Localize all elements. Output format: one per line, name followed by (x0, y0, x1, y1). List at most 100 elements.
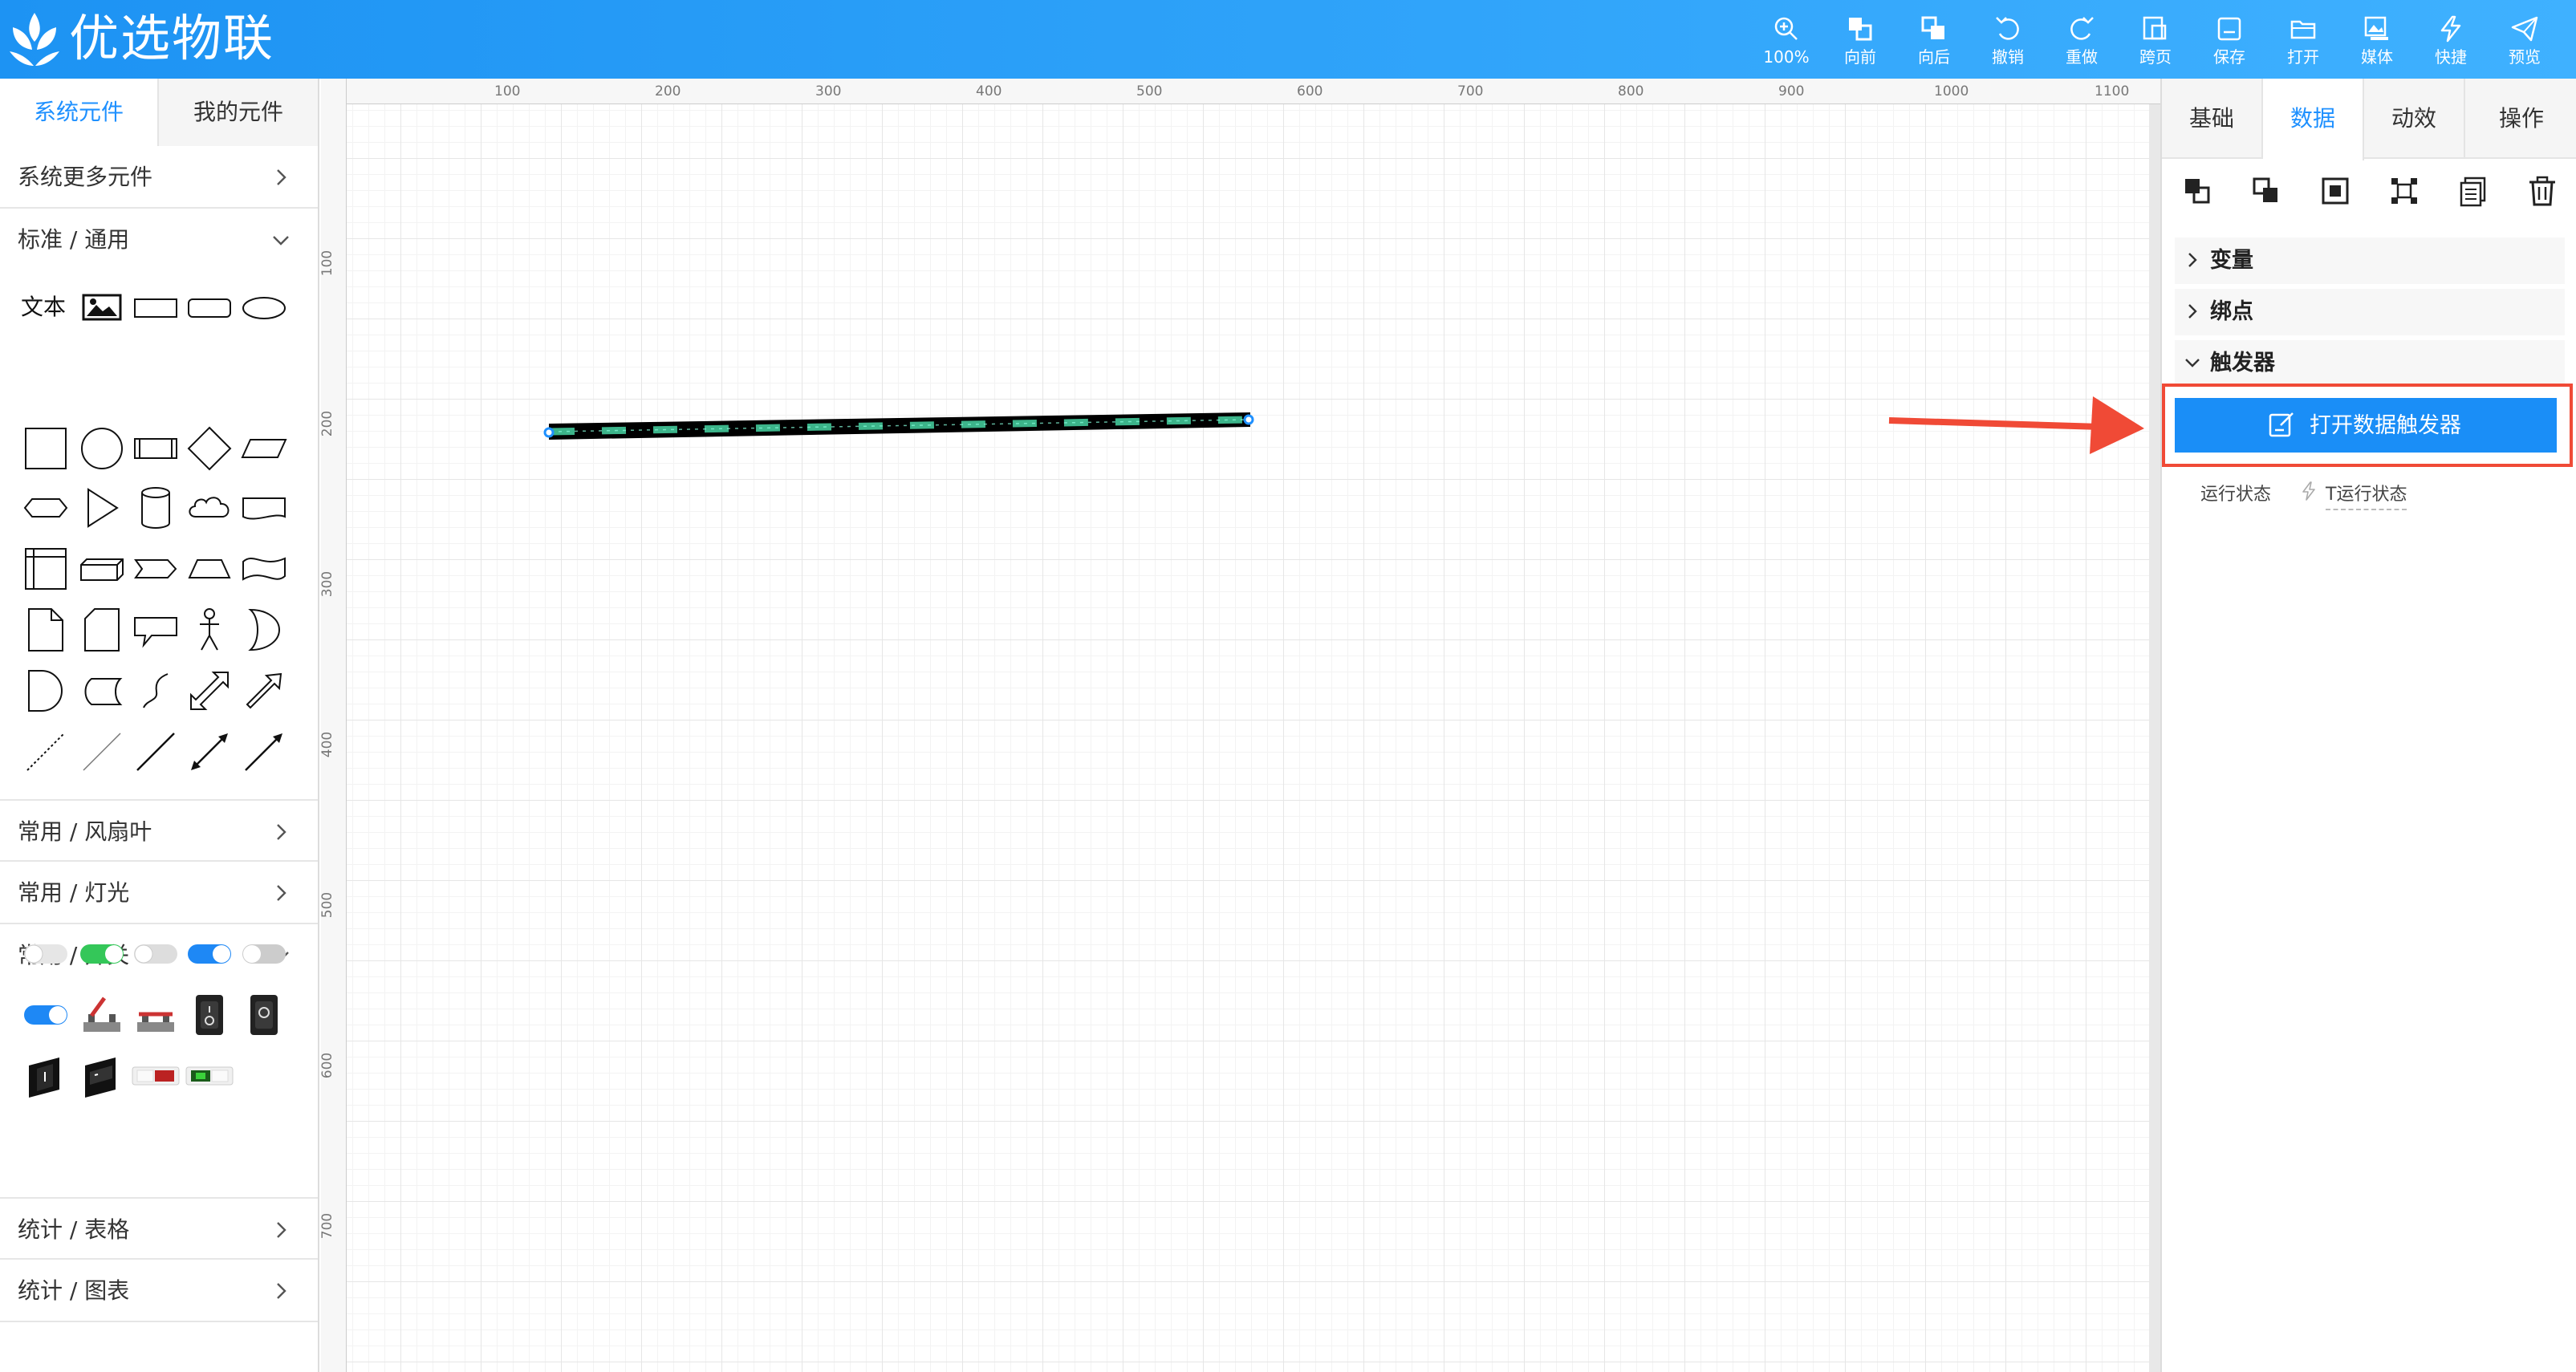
undo-button[interactable]: 撤销 (1976, 11, 2040, 75)
tab-animation[interactable]: 动效 (2364, 79, 2465, 159)
toggle-on-green-icon (80, 944, 124, 964)
switch-toggle-on-blue-2[interactable] (21, 990, 71, 1040)
accordion-triggers[interactable]: 触发器 (2175, 340, 2565, 387)
shape-arrow[interactable] (239, 727, 289, 777)
shape-parallelogram[interactable] (239, 424, 289, 473)
shape-document[interactable] (239, 483, 289, 533)
send-backward-tool[interactable] (2250, 175, 2282, 207)
switch-toggle-off-gray-2[interactable] (239, 929, 289, 979)
shape-step[interactable] (131, 544, 181, 594)
switch-panel-1[interactable] (21, 1051, 71, 1101)
shape-dotted-line[interactable] (21, 727, 71, 777)
shape-circle[interactable] (77, 424, 127, 473)
trigger-item-value[interactable]: T运行状态 (2326, 480, 2407, 510)
rectangle-icon (134, 298, 177, 318)
send-backward-icon (2253, 177, 2277, 202)
switch-panel-2[interactable] (77, 1051, 127, 1101)
chevron-right-icon (2188, 253, 2197, 267)
shape-double-block-arrow[interactable] (185, 666, 234, 716)
line-start-handle[interactable] (543, 427, 555, 438)
section-table[interactable]: 统计 / 表格 (0, 1197, 318, 1260)
redo-button[interactable]: 重做 (2050, 11, 2114, 75)
save-button[interactable]: 保存 (2197, 11, 2261, 75)
switch-toggle-off-light[interactable] (131, 929, 181, 979)
open-data-trigger-button[interactable]: 打开数据触发器 (2175, 398, 2557, 453)
shape-ellipse[interactable] (239, 282, 289, 332)
send-backward-button[interactable]: 向后 (1902, 11, 1966, 75)
section-fan[interactable]: 常用 / 风扇叶 (0, 799, 318, 862)
shape-triangle[interactable] (77, 483, 127, 533)
tab-data[interactable]: 数据 (2263, 79, 2364, 160)
line-end-handle[interactable] (1243, 414, 1254, 425)
section-standard[interactable]: 标准 / 通用 (0, 209, 318, 271)
shape-block-arrow[interactable] (239, 666, 289, 716)
shape-callout[interactable] (131, 605, 181, 655)
accordion-variables[interactable]: 变量 (2175, 237, 2565, 284)
accordion-triggers-label: 触发器 (2210, 351, 2275, 375)
group-tool[interactable] (2319, 175, 2351, 207)
shape-tape[interactable] (239, 544, 289, 594)
shape-thin-line[interactable] (77, 727, 127, 777)
bring-forward-button[interactable]: 向前 (1828, 11, 1892, 75)
square-icon (25, 428, 67, 469)
shape-process[interactable] (131, 424, 181, 473)
bring-forward-tool[interactable] (2181, 175, 2213, 207)
section-table-label: 统计 / 表格 (18, 1216, 130, 1243)
section-more-components[interactable]: 系统更多元件 (0, 146, 318, 209)
open-button[interactable]: 打开 (2271, 11, 2335, 75)
shape-card[interactable] (77, 605, 127, 655)
delete-tool[interactable] (2526, 175, 2558, 207)
media-button[interactable]: 媒体 (2345, 11, 2409, 75)
shape-moon[interactable] (239, 605, 289, 655)
switch-toggle-on-green[interactable] (77, 929, 127, 979)
rocker-switch-icon (196, 995, 223, 1035)
switch-toggle-off-gray[interactable] (21, 929, 71, 979)
shape-stored-data[interactable] (77, 666, 127, 716)
panel-switch-icon (29, 1057, 59, 1098)
tab-action[interactable]: 操作 (2465, 79, 2576, 159)
shape-text[interactable]: 文本 (21, 282, 77, 332)
double-arrow-icon (191, 733, 228, 770)
section-chart[interactable]: 统计 / 图表 (0, 1260, 318, 1322)
shape-line[interactable] (131, 727, 181, 777)
curve-icon (143, 673, 169, 708)
section-light[interactable]: 常用 / 灯光 (0, 862, 318, 924)
shape-delay[interactable] (21, 666, 71, 716)
shape-rounded-rectangle[interactable] (185, 282, 234, 332)
shape-cube[interactable] (77, 544, 127, 594)
pipe-flow-line[interactable] (321, 79, 2160, 1372)
preview-button[interactable]: 预览 (2493, 11, 2557, 75)
switch-rocker-2[interactable] (239, 990, 289, 1040)
ungroup-tool[interactable] (2388, 175, 2420, 207)
shape-actor[interactable] (185, 605, 234, 655)
shape-image[interactable] (77, 282, 127, 332)
shape-curve[interactable] (131, 666, 181, 716)
tab-system-components[interactable]: 系统元件 (0, 79, 157, 146)
copy-tool[interactable] (2457, 175, 2489, 207)
switch-indicator-red[interactable] (131, 1051, 181, 1101)
shape-double-arrow[interactable] (185, 727, 234, 777)
shape-diamond[interactable] (185, 424, 234, 473)
tab-basic[interactable]: 基础 (2162, 79, 2263, 159)
shape-rectangle[interactable] (131, 282, 181, 332)
switch-rocker-1[interactable] (185, 990, 234, 1040)
toggle-off-icon (134, 944, 177, 964)
chevron-right-icon (277, 1222, 286, 1238)
switch-toggle-on-blue[interactable] (185, 929, 234, 979)
shape-hexagon[interactable] (21, 483, 71, 533)
shape-trapezoid[interactable] (185, 544, 234, 594)
logo-leaf-icon (10, 13, 59, 66)
switch-indicator-green[interactable] (185, 1051, 234, 1101)
accordion-binding[interactable]: 绑点 (2175, 289, 2565, 335)
shape-internal-storage[interactable] (21, 544, 71, 594)
tab-my-components[interactable]: 我的元件 (157, 79, 318, 146)
shape-cloud[interactable] (185, 483, 234, 533)
zoom-button[interactable]: 100% (1754, 11, 1818, 75)
switch-knife-off[interactable] (131, 990, 181, 1040)
shortcut-button[interactable]: 快捷 (2419, 11, 2483, 75)
cross-page-button[interactable]: 跨页 (2123, 11, 2188, 75)
shape-note[interactable] (21, 605, 71, 655)
switch-knife-on[interactable] (77, 990, 127, 1040)
shape-square[interactable] (21, 424, 71, 473)
shape-cylinder[interactable] (131, 483, 181, 533)
